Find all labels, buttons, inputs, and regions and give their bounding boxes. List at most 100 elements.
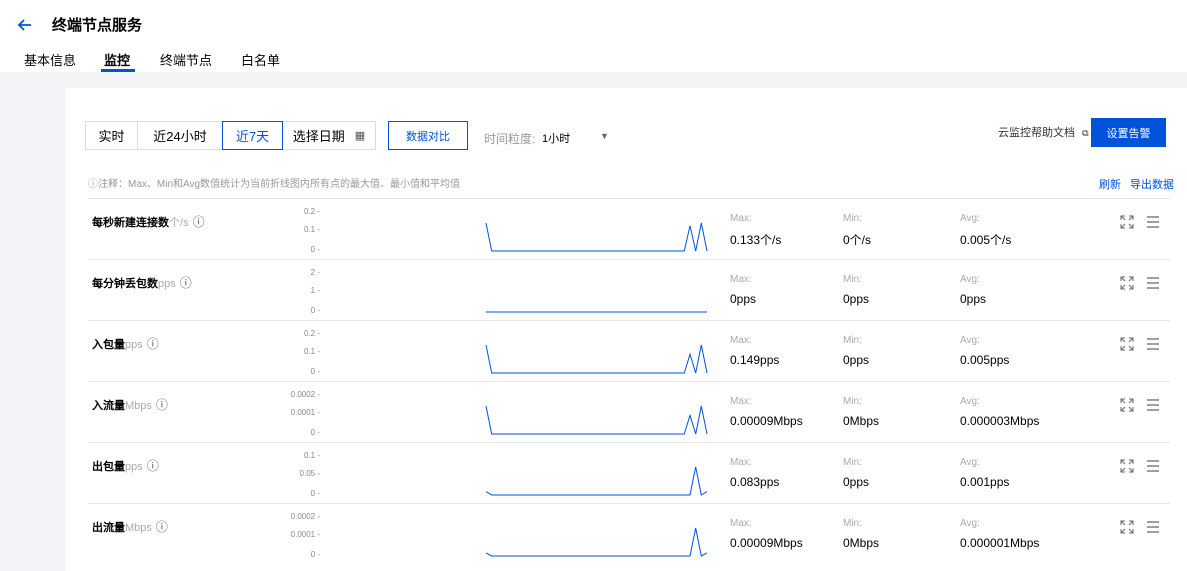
max-value: 0.083pps <box>730 475 780 489</box>
sparkline-chart <box>486 311 707 313</box>
min-label: Min: <box>843 274 862 285</box>
avg-label: Avg: <box>960 518 980 529</box>
fullscreen-icon[interactable] <box>1120 459 1134 473</box>
y-tick-label: 0 - <box>310 428 320 437</box>
export-data-link[interactable]: 导出数据 <box>1130 176 1174 192</box>
metric-name: 出流量Mbps ⓘ <box>92 520 168 534</box>
max-value: 0.00009Mbps <box>730 536 803 550</box>
info-icon[interactable]: ⓘ <box>193 215 205 229</box>
fullscreen-icon[interactable] <box>1120 520 1134 534</box>
avg-value: 0pps <box>960 292 987 306</box>
min-label: Min: <box>843 457 862 468</box>
metric-name: 出包量pps ⓘ <box>92 459 159 473</box>
data-compare-button[interactable]: 数据对比 <box>388 121 468 150</box>
max-label: Max: <box>730 335 752 346</box>
metric-row: 每秒新建连接数个/s ⓘ 0.2 - 0.1 - 0 - Max: 0.133个/… <box>88 198 1170 259</box>
max-value: 0.149pps <box>730 353 780 367</box>
range-24h-button[interactable]: 近24小时 <box>137 121 223 150</box>
y-tick-label: 0.0001 - <box>290 408 320 417</box>
back-arrow-icon[interactable] <box>16 16 34 34</box>
min-value: 0Mbps <box>843 536 880 550</box>
sparkline-series <box>485 405 708 435</box>
sparkline-series <box>485 466 708 496</box>
tab-monitor[interactable]: 监控 <box>104 50 130 69</box>
metric-unit: pps <box>125 339 143 351</box>
metric-name: 入包量pps ⓘ <box>92 337 159 351</box>
help-doc-link[interactable]: 云监控帮助文档 ⧉ <box>998 124 1089 140</box>
sparkline-chart <box>485 527 708 557</box>
metric-unit: pps <box>158 278 176 290</box>
range-realtime-button[interactable]: 实时 <box>85 121 138 150</box>
y-tick-label: 0.0002 - <box>290 512 320 521</box>
tab-basic-info[interactable]: 基本信息 <box>24 50 76 69</box>
avg-value: 0.000001Mbps <box>960 536 1040 550</box>
granularity-label: 时间粒度: <box>484 132 536 146</box>
avg-label: Avg: <box>960 213 980 224</box>
y-tick-label: 0.1 - <box>303 347 320 356</box>
y-tick-label: 0.2 - <box>303 207 320 216</box>
range-date-picker[interactable]: 选择日期 ▦ <box>282 121 376 150</box>
menu-icon[interactable] <box>1146 337 1160 351</box>
menu-icon[interactable] <box>1146 520 1160 534</box>
external-link-icon: ⧉ <box>1082 128 1089 138</box>
y-tick-label: 0 - <box>310 489 320 498</box>
max-label: Max: <box>730 274 752 285</box>
caret-down-icon[interactable]: ▼ <box>600 131 609 141</box>
fullscreen-icon[interactable] <box>1120 276 1134 290</box>
y-tick-label: 0 - <box>310 245 320 254</box>
menu-icon[interactable] <box>1146 215 1160 229</box>
menu-icon[interactable] <box>1146 276 1160 290</box>
tab-whitelist[interactable]: 白名单 <box>241 50 280 69</box>
info-icon[interactable]: ⓘ <box>180 276 192 290</box>
sparkline-chart <box>485 344 708 374</box>
max-value: 0.133个/s <box>730 233 782 247</box>
metric-row: 入包量pps ⓘ 0.2 - 0.1 - 0 - Max: 0.149pps Mi… <box>88 320 1170 381</box>
avg-value: 0.005pps <box>960 353 1010 367</box>
min-label: Min: <box>843 396 862 407</box>
metric-unit: Mbps <box>125 522 152 534</box>
y-tick-label: 0.0002 - <box>290 390 320 399</box>
page-header: 终端节点服务 基本信息 监控 终端节点 白名单 <box>0 0 1187 72</box>
avg-value: 0.005个/s <box>960 233 1012 247</box>
sparkline-chart <box>485 466 708 496</box>
page-title: 终端节点服务 <box>52 17 143 34</box>
y-tick-label: 0 - <box>310 367 320 376</box>
y-tick-label: 1 - <box>310 286 320 295</box>
min-value: 0pps <box>843 292 870 306</box>
granularity-select[interactable]: 1小时 <box>542 130 622 146</box>
refresh-link[interactable]: 刷新 <box>1099 176 1121 192</box>
info-icon[interactable]: ⓘ <box>147 337 159 351</box>
range-7d-button[interactable]: 近7天 <box>222 121 283 150</box>
avg-label: Avg: <box>960 335 980 346</box>
max-value: 0pps <box>730 292 757 306</box>
y-tick-label: 0.0001 - <box>290 530 320 539</box>
max-label: Max: <box>730 518 752 529</box>
tab-endpoints[interactable]: 终端节点 <box>160 50 212 69</box>
sparkline-chart <box>485 222 708 252</box>
min-value: 0个/s <box>843 233 872 247</box>
fullscreen-icon[interactable] <box>1120 215 1134 229</box>
max-label: Max: <box>730 457 752 468</box>
sparkline-series <box>485 222 708 252</box>
menu-icon[interactable] <box>1146 398 1160 412</box>
calendar-icon: ▦ <box>354 130 366 142</box>
sparkline-series <box>485 344 708 374</box>
metric-unit: 个/s <box>169 217 189 229</box>
set-alarm-button[interactable]: 设置告警 <box>1091 118 1166 147</box>
info-icon[interactable]: ⓘ <box>147 459 159 473</box>
info-icon[interactable]: ⓘ <box>156 520 168 534</box>
max-label: Max: <box>730 396 752 407</box>
metric-unit: Mbps <box>125 400 152 412</box>
fullscreen-icon[interactable] <box>1120 337 1134 351</box>
fullscreen-icon[interactable] <box>1120 398 1134 412</box>
min-value: 0Mbps <box>843 414 880 428</box>
max-label: Max: <box>730 213 752 224</box>
metric-row: 出包量pps ⓘ 0.1 - 0.05 - 0 - Max: 0.083pps M… <box>88 442 1170 503</box>
metric-name: 入流量Mbps ⓘ <box>92 398 168 412</box>
menu-icon[interactable] <box>1146 459 1160 473</box>
sparkline-chart <box>485 405 708 435</box>
avg-label: Avg: <box>960 396 980 407</box>
metric-row: 每分钟丢包数pps ⓘ 2 - 1 - 0 - Max: 0pps Min: 0p… <box>88 259 1170 320</box>
info-icon[interactable]: ⓘ <box>156 398 168 412</box>
min-label: Min: <box>843 335 862 346</box>
